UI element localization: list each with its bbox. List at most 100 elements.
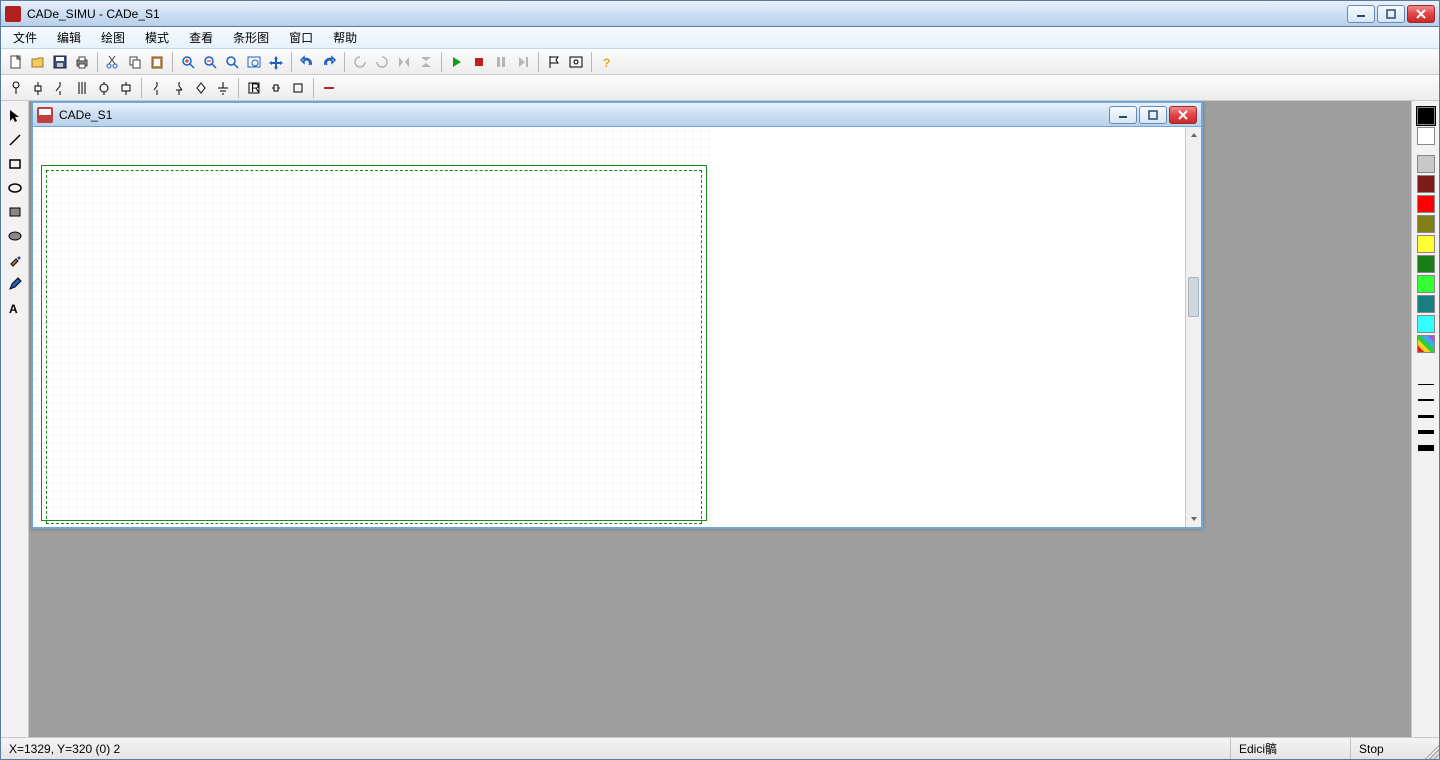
comp-diamond-icon[interactable] (190, 77, 212, 99)
comp-contact-icon[interactable] (71, 77, 93, 99)
menu-help[interactable]: 帮助 (325, 27, 365, 48)
svg-text:?: ? (603, 56, 610, 70)
tool-filled-ellipse-icon[interactable] (4, 225, 26, 247)
comp-box-icon[interactable] (287, 77, 309, 99)
comp-relay-icon[interactable] (115, 77, 137, 99)
paste-button[interactable] (146, 51, 168, 73)
child-close-button[interactable] (1169, 106, 1197, 124)
zoom-extents-button[interactable] (243, 51, 265, 73)
mdi-area: A CADe_S1 (1, 101, 1439, 737)
status-state: Stop (1351, 738, 1421, 759)
pan-button[interactable] (265, 51, 287, 73)
zoom-in-button[interactable] (177, 51, 199, 73)
canvas[interactable] (33, 127, 1185, 527)
rotate-right-button (371, 51, 393, 73)
comp-fuse-icon[interactable] (5, 77, 27, 99)
tool-ellipse-icon[interactable] (4, 177, 26, 199)
comp-capacitor-icon[interactable] (27, 77, 49, 99)
tool-text-icon[interactable]: A (4, 297, 26, 319)
maximize-button[interactable] (1377, 5, 1405, 23)
redo-button[interactable] (318, 51, 340, 73)
zoom-out-button[interactable] (199, 51, 221, 73)
comp-switch-icon[interactable] (49, 77, 71, 99)
comp-ground-icon[interactable] (212, 77, 234, 99)
line-weight-5[interactable] (1417, 443, 1435, 453)
comp-nc-contact-icon[interactable] (168, 77, 190, 99)
color-swatch-darkgreen[interactable] (1417, 255, 1435, 273)
scroll-up-icon[interactable] (1186, 127, 1201, 143)
color-swatch-green[interactable] (1417, 275, 1435, 293)
menu-view[interactable]: 查看 (181, 27, 221, 48)
menu-window[interactable]: 窗口 (281, 27, 321, 48)
menubar: 文件 编辑 绘图 模式 查看 条形图 窗口 帮助 (1, 27, 1439, 49)
print-button[interactable] (71, 51, 93, 73)
flag-button[interactable] (543, 51, 565, 73)
flip-button (415, 51, 437, 73)
drawing-frame (41, 165, 707, 521)
status-coords: X=1329, Y=320 (0) 2 (1, 738, 1231, 759)
settings-button[interactable] (565, 51, 587, 73)
left-toolbar: A (1, 101, 29, 737)
menu-file[interactable]: 文件 (5, 27, 45, 48)
close-button[interactable] (1407, 5, 1435, 23)
comp-motor-icon[interactable] (265, 77, 287, 99)
save-button[interactable] (49, 51, 71, 73)
tool-line-icon[interactable] (4, 129, 26, 151)
comp-wire-icon[interactable] (318, 77, 340, 99)
pause-button (490, 51, 512, 73)
minimize-button[interactable] (1347, 5, 1375, 23)
open-button[interactable] (27, 51, 49, 73)
color-swatch-black[interactable] (1417, 107, 1435, 125)
tool-filled-rect-icon[interactable] (4, 201, 26, 223)
color-swatch-red[interactable] (1417, 195, 1435, 213)
tool-paint-icon[interactable] (4, 249, 26, 271)
comp-coil-icon[interactable] (93, 77, 115, 99)
line-weight-3[interactable] (1417, 411, 1435, 421)
color-swatch-custom[interactable] (1417, 335, 1435, 353)
zoom-window-button[interactable] (221, 51, 243, 73)
scroll-down-icon[interactable] (1186, 511, 1201, 527)
right-toolbar (1411, 101, 1439, 737)
help-button[interactable]: ? (596, 51, 618, 73)
status-mode: Edici髇 (1231, 738, 1351, 759)
color-swatch-darkred[interactable] (1417, 175, 1435, 193)
titlebar[interactable]: CADe_SIMU - CADe_S1 (1, 1, 1439, 27)
copy-button[interactable] (124, 51, 146, 73)
cut-button[interactable] (102, 51, 124, 73)
child-window: CADe_S1 (31, 101, 1203, 529)
rotate-left-button (349, 51, 371, 73)
child-window-title: CADe_S1 (59, 108, 1107, 122)
undo-button[interactable] (296, 51, 318, 73)
menu-edit[interactable]: 编辑 (49, 27, 89, 48)
menu-mode[interactable]: 模式 (137, 27, 177, 48)
vertical-scrollbar[interactable] (1185, 127, 1201, 527)
comp-no-contact-icon[interactable] (146, 77, 168, 99)
workspace[interactable]: CADe_S1 (29, 101, 1411, 737)
menu-draw[interactable]: 绘图 (93, 27, 133, 48)
mirror-button (393, 51, 415, 73)
tool-pen-icon[interactable] (4, 273, 26, 295)
app-icon (5, 6, 21, 22)
color-swatch-yellow[interactable] (1417, 235, 1435, 253)
child-minimize-button[interactable] (1109, 106, 1137, 124)
color-swatch-olive[interactable] (1417, 215, 1435, 233)
color-swatch-gray[interactable] (1417, 155, 1435, 173)
stop-button[interactable] (468, 51, 490, 73)
line-weight-4[interactable] (1417, 427, 1435, 437)
child-maximize-button[interactable] (1139, 106, 1167, 124)
menu-bargraph[interactable]: 条形图 (225, 27, 277, 48)
new-button[interactable] (5, 51, 27, 73)
child-titlebar[interactable]: CADe_S1 (33, 103, 1201, 127)
line-weight-2[interactable] (1417, 395, 1435, 405)
scroll-thumb[interactable] (1188, 277, 1199, 317)
line-weight-1[interactable] (1417, 379, 1435, 389)
tool-rect-icon[interactable] (4, 153, 26, 175)
color-swatch-cyan[interactable] (1417, 315, 1435, 333)
toolbar-components: R (1, 75, 1439, 101)
play-button[interactable] (446, 51, 468, 73)
comp-transformer-icon[interactable]: R (243, 77, 265, 99)
tool-select-icon[interactable] (4, 105, 26, 127)
resize-grip[interactable] (1421, 741, 1439, 759)
color-swatch-teal[interactable] (1417, 295, 1435, 313)
color-swatch-white[interactable] (1417, 127, 1435, 145)
